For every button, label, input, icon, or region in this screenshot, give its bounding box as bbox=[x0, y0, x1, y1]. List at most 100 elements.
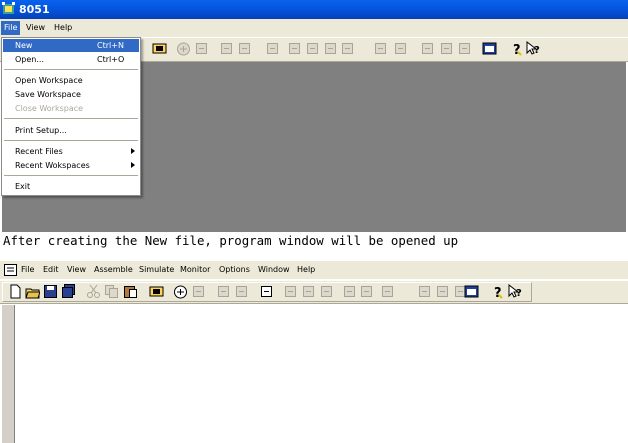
open-button[interactable] bbox=[25, 284, 40, 300]
breakpoint-icon bbox=[221, 43, 232, 54]
memory-icon bbox=[459, 43, 470, 54]
register-icon bbox=[342, 43, 353, 54]
menu-item-label: Recent Files bbox=[15, 147, 63, 156]
menu-bar: File View Help bbox=[0, 19, 628, 37]
step-into-icon bbox=[289, 43, 300, 54]
stop-icon bbox=[361, 286, 372, 297]
save-all-button[interactable] bbox=[61, 284, 76, 300]
context-help-icon: ? bbox=[526, 41, 540, 56]
window-button[interactable] bbox=[482, 41, 497, 57]
step-out-button[interactable] bbox=[319, 284, 334, 300]
memory-button[interactable] bbox=[417, 284, 432, 300]
step-out-button[interactable] bbox=[323, 41, 338, 57]
window-icon bbox=[482, 42, 497, 55]
help-icon: ? bbox=[513, 43, 522, 56]
new-button[interactable] bbox=[8, 284, 23, 300]
menu-item-shortcut: Ctrl+O bbox=[97, 55, 125, 64]
step-out-icon bbox=[321, 286, 332, 297]
save-icon bbox=[44, 285, 57, 298]
code-editor[interactable] bbox=[15, 305, 628, 443]
stop-button[interactable] bbox=[359, 284, 374, 300]
memory-icon bbox=[441, 43, 452, 54]
step-into-icon bbox=[285, 286, 296, 297]
menu-view[interactable]: View bbox=[23, 21, 48, 35]
stop-icon bbox=[375, 43, 386, 54]
build-button[interactable] bbox=[149, 284, 164, 300]
menu-edit[interactable]: Edit bbox=[43, 263, 59, 277]
menu-item-recent-files[interactable]: Recent Files bbox=[3, 145, 139, 158]
menu-separator bbox=[4, 69, 138, 70]
help-icon: ? bbox=[494, 286, 503, 299]
copy-icon bbox=[105, 285, 118, 298]
save-button[interactable] bbox=[43, 284, 58, 300]
menu-file[interactable]: File bbox=[21, 263, 34, 277]
simulate-icon bbox=[177, 42, 190, 56]
stop-icon bbox=[382, 286, 393, 297]
step-icon bbox=[193, 286, 204, 297]
breakpoint-icon bbox=[218, 286, 229, 297]
step-into-button[interactable] bbox=[283, 284, 298, 300]
context-help-button[interactable]: ? bbox=[508, 284, 523, 300]
context-help-button[interactable]: ? bbox=[526, 41, 541, 57]
menu-item-print-setup[interactable]: Print Setup... bbox=[3, 124, 139, 137]
watch-button[interactable] bbox=[265, 41, 280, 57]
menu-options[interactable]: Options bbox=[219, 263, 250, 277]
svg-text:?: ? bbox=[534, 45, 540, 56]
menu-item-recent-workspaces[interactable]: Recent Wokspaces bbox=[3, 159, 139, 172]
menu-assemble[interactable]: Assemble bbox=[94, 263, 133, 277]
menu-monitor[interactable]: Monitor bbox=[180, 263, 210, 277]
run-button[interactable] bbox=[237, 41, 252, 57]
cut-button[interactable] bbox=[86, 284, 101, 300]
step-over-button[interactable] bbox=[305, 41, 320, 57]
step-button[interactable] bbox=[191, 284, 206, 300]
stop-button[interactable] bbox=[380, 284, 395, 300]
step-button[interactable] bbox=[194, 41, 209, 57]
memory-icon bbox=[422, 43, 433, 54]
step-over-icon bbox=[307, 43, 318, 54]
menu-item-open-workspace[interactable]: Open Workspace bbox=[3, 74, 139, 87]
open-icon bbox=[25, 288, 40, 299]
build-button[interactable] bbox=[152, 41, 167, 57]
help-button[interactable]: ? bbox=[509, 41, 524, 57]
memory-button[interactable] bbox=[435, 284, 450, 300]
run-button[interactable] bbox=[234, 284, 249, 300]
step-into-button[interactable] bbox=[287, 41, 302, 57]
memory-icon bbox=[419, 286, 430, 297]
register-button[interactable] bbox=[342, 284, 357, 300]
context-help-icon: ? bbox=[508, 284, 522, 299]
window-button[interactable] bbox=[464, 284, 479, 300]
line-gutter bbox=[2, 305, 15, 443]
menu-file[interactable]: File bbox=[1, 21, 21, 35]
menu-view[interactable]: View bbox=[67, 263, 86, 277]
memory-button[interactable] bbox=[439, 41, 454, 57]
menu-help[interactable]: Help bbox=[51, 21, 75, 35]
submenu-arrow-icon bbox=[131, 148, 135, 154]
menu-item-label: Recent Wokspaces bbox=[15, 161, 90, 170]
menu-bar-2: File Edit View Assemble Simulate Monitor… bbox=[0, 261, 628, 279]
register-button[interactable] bbox=[340, 41, 355, 57]
help-button[interactable]: ? bbox=[490, 284, 505, 300]
menu-help[interactable]: Help bbox=[297, 263, 315, 277]
breakpoint-button[interactable] bbox=[216, 284, 231, 300]
simulate-button[interactable] bbox=[176, 41, 191, 57]
menu-item-close-workspace: Close Workspace bbox=[3, 102, 139, 115]
menu-separator bbox=[4, 118, 138, 119]
menu-simulate[interactable]: Simulate bbox=[139, 263, 174, 277]
breakpoint-button[interactable] bbox=[219, 41, 234, 57]
menu-window[interactable]: Window bbox=[258, 263, 290, 277]
paste-button[interactable] bbox=[123, 284, 138, 300]
stop-button[interactable] bbox=[373, 41, 388, 57]
step-over-button[interactable] bbox=[301, 284, 316, 300]
copy-button[interactable] bbox=[104, 284, 119, 300]
simulate-button[interactable] bbox=[173, 284, 188, 300]
menu-item-open[interactable]: Open... Ctrl+O bbox=[3, 53, 139, 66]
menu-item-save-workspace[interactable]: Save Workspace bbox=[3, 88, 139, 101]
memory-button[interactable] bbox=[457, 41, 472, 57]
build-icon bbox=[152, 43, 167, 54]
memory-button[interactable] bbox=[393, 41, 408, 57]
file-menu-dropdown: New Ctrl+N Open... Ctrl+O Open Workspace… bbox=[1, 37, 141, 196]
memory-button[interactable] bbox=[420, 41, 435, 57]
watch-button[interactable] bbox=[259, 284, 274, 300]
menu-item-new[interactable]: New Ctrl+N bbox=[3, 39, 139, 52]
menu-item-exit[interactable]: Exit bbox=[3, 180, 139, 193]
